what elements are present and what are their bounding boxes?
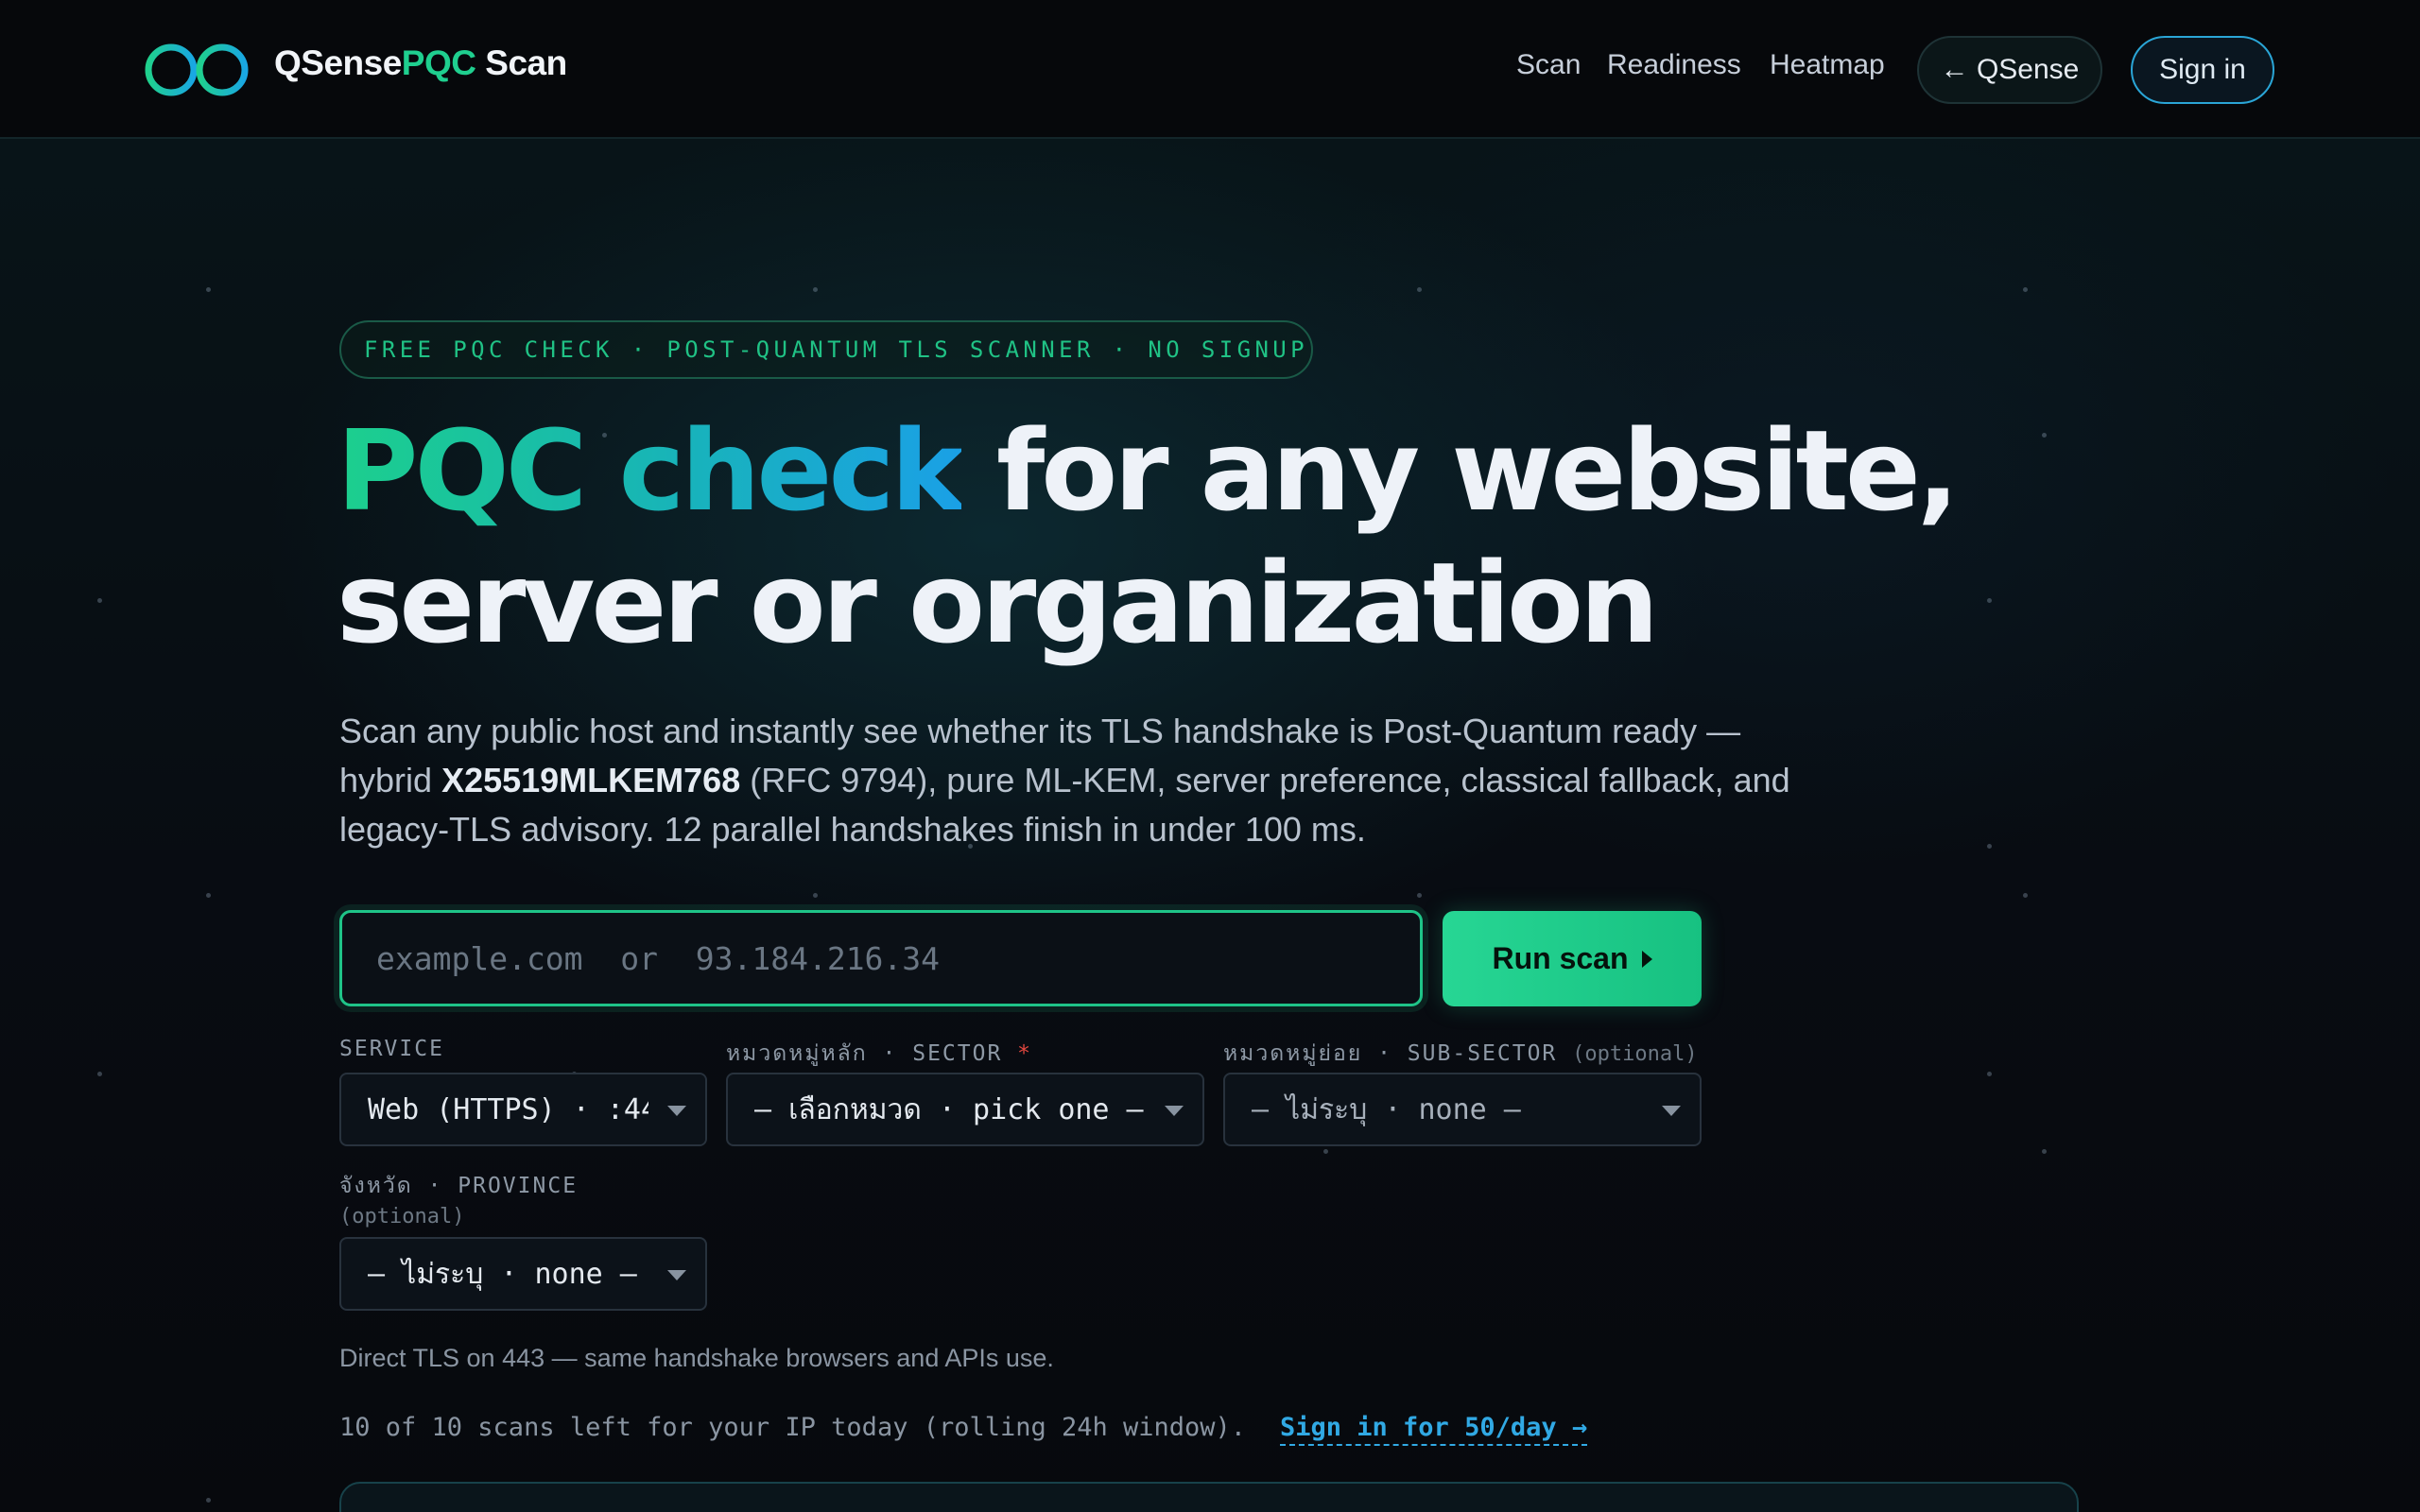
top-nav: QSensePQC Scan Scan Readiness Heatmap ← … [0,0,2420,139]
chevron-down-icon [1165,1106,1184,1116]
page-title-line1-rest: for any website, [960,405,1960,536]
sector-label: หมวดหมู่หลัก · SECTOR * [726,1041,1033,1066]
back-to-qsense-button[interactable]: ← QSense [1917,36,2102,104]
brand-name[interactable]: QSensePQC Scan [274,43,567,83]
hero-description: Scan any public host and instantly see w… [339,712,1790,849]
hero-badge: FREE PQC CHECK · POST-QUANTUM TLS SCANNE… [339,320,1313,379]
service-label: SERVICE [339,1037,444,1061]
hero-description-highlight: X25519MLKEM768 [441,761,741,799]
page-title: PQC check for any website, server or org… [337,404,1960,669]
sign-in-quota-link[interactable]: Sign in for 50/day → [1280,1413,1588,1446]
scan-quota-text: 10 of 10 scans left for your IP today (r… [339,1413,1247,1442]
sign-in-button[interactable]: Sign in [2131,36,2274,104]
page-title-line2: server or organization [337,538,1659,668]
nav-link-readiness[interactable]: Readiness [1607,49,1741,81]
chevron-down-icon [667,1270,686,1280]
nav-link-heatmap[interactable]: Heatmap [1770,49,1885,81]
chevron-down-icon [1662,1106,1681,1116]
result-card [339,1482,2079,1512]
nav-link-scan[interactable]: Scan [1516,49,1581,81]
sector-select[interactable]: — เลือกหมวด · pick one — [726,1073,1204,1146]
subsector-label: หมวดหมู่ย่อย · SUB-SECTOR (optional) [1223,1041,1698,1066]
host-input[interactable] [339,910,1423,1006]
required-mark: * [1017,1041,1033,1066]
province-select[interactable]: — ไม่ระบุ · none — [339,1237,707,1311]
play-icon [1641,950,1652,968]
province-label: จังหวัด · PROVINCE [339,1174,579,1198]
infinity-logo-icon[interactable] [144,42,250,98]
service-help-text: Direct TLS on 443 — same handshake brows… [339,1344,1054,1372]
subsector-select-value: — ไม่ระบุ · none — [1252,1092,1521,1126]
province-optional-label: (optional) [339,1205,465,1228]
run-scan-label: Run scan [1492,941,1629,975]
service-select[interactable]: Web (HTTPS) · :443 [339,1073,707,1146]
subsector-select[interactable]: — ไม่ระบุ · none — [1223,1073,1702,1146]
chevron-down-icon [667,1106,686,1116]
sector-select-value: — เลือกหมวด · pick one — [754,1092,1144,1126]
run-scan-button[interactable]: Run scan [1443,911,1702,1006]
page-title-accent: PQC check [337,405,965,536]
province-select-value: — ไม่ระบุ · none — [368,1257,637,1291]
